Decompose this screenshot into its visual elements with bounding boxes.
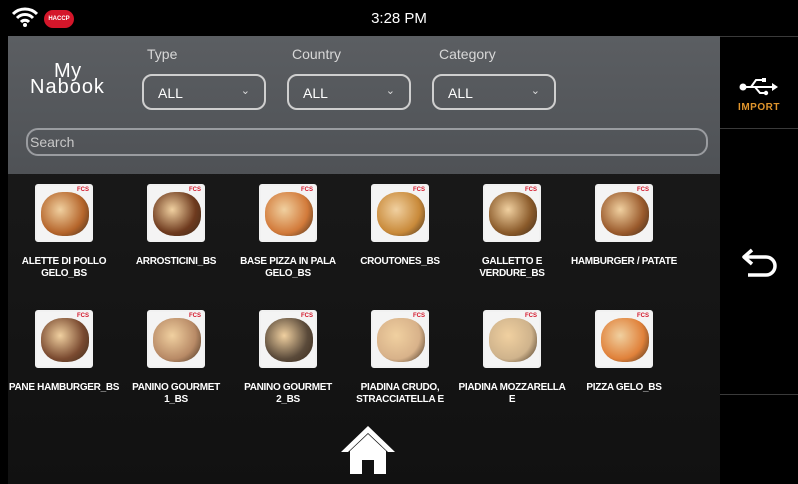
country-filter-label: Country — [292, 46, 342, 62]
fcs-badge: FCS — [301, 187, 313, 193]
recipe-thumbnail: FCS — [483, 184, 541, 242]
recipe-thumbnail: FCS — [595, 184, 653, 242]
recipe-name: ARROSTICINI_BS — [135, 256, 217, 267]
search-input[interactable]: Search — [26, 128, 708, 156]
back-arrow-icon[interactable] — [740, 242, 780, 282]
chevron-down-icon: ⌄ — [530, 85, 540, 97]
recipe-thumbnail: FCS — [147, 310, 205, 368]
import-button[interactable]: IMPORT — [720, 74, 798, 130]
recipe-name: PIADINA CRUDO, STRACCIATELLA E — [356, 382, 444, 405]
fcs-badge: FCS — [413, 313, 425, 319]
fcs-badge: FCS — [637, 313, 649, 319]
recipe-name: PIADINA MOZZARELLA E — [458, 382, 566, 405]
recipe-name: PANINO GOURMET 2_BS — [244, 382, 332, 405]
fcs-badge: FCS — [413, 187, 425, 193]
chevron-down-icon: ⌄ — [385, 85, 395, 97]
filter-header: My Nabook Type ALL ⌄ Country ALL ⌄ Categ… — [8, 36, 720, 174]
fcs-badge: FCS — [189, 313, 201, 319]
main-panel: My Nabook Type ALL ⌄ Country ALL ⌄ Categ… — [8, 36, 720, 484]
divider — [720, 394, 798, 395]
type-select[interactable]: ALL ⌄ — [142, 74, 266, 110]
food-image — [265, 192, 313, 236]
food-image — [265, 318, 313, 362]
mynabook-logo: My Nabook — [30, 60, 105, 98]
recipe-thumbnail: FCS — [35, 184, 93, 242]
recipe-name: HAMBURGER / PATATE — [570, 256, 678, 267]
category-filter-label: Category — [439, 46, 496, 62]
food-image — [377, 318, 425, 362]
fcs-badge: FCS — [637, 187, 649, 193]
food-image — [601, 192, 649, 236]
food-image — [489, 318, 537, 362]
usb-icon — [739, 78, 778, 96]
category-select[interactable]: ALL ⌄ — [432, 74, 556, 110]
home-icon[interactable] — [339, 424, 397, 476]
food-image — [153, 192, 201, 236]
divider — [720, 128, 798, 129]
recipe-name: PANE HAMBURGER_BS — [8, 382, 120, 393]
recipe-thumbnail: FCS — [595, 310, 653, 368]
food-image — [601, 318, 649, 362]
status-bar: HACCP 3:28 PM — [0, 0, 798, 36]
fcs-badge: FCS — [77, 313, 89, 319]
fcs-badge: FCS — [301, 313, 313, 319]
divider — [720, 36, 798, 37]
import-label: IMPORT — [738, 102, 780, 113]
recipe-name: ALETTE DI POLLO GELO_BS — [21, 256, 107, 279]
fcs-badge: FCS — [189, 187, 201, 193]
fcs-badge: FCS — [77, 187, 89, 193]
recipe-thumbnail: FCS — [147, 184, 205, 242]
right-sidebar: IMPORT — [720, 36, 798, 484]
recipe-name: PANINO GOURMET 1_BS — [132, 382, 220, 405]
recipe-name: CROUTONES_BS — [360, 256, 440, 267]
status-time: 3:28 PM — [371, 10, 427, 27]
food-image — [153, 318, 201, 362]
fcs-badge: FCS — [525, 313, 537, 319]
recipe-thumbnail: FCS — [259, 184, 317, 242]
recipe-thumbnail: FCS — [371, 184, 429, 242]
food-image — [489, 192, 537, 236]
fcs-badge: FCS — [525, 187, 537, 193]
country-select[interactable]: ALL ⌄ — [287, 74, 411, 110]
recipe-name: GALLETTO E VERDURE_BS — [479, 256, 545, 279]
food-image — [377, 192, 425, 236]
recipe-name: BASE PIZZA IN PALA GELO_BS — [240, 256, 336, 279]
recipe-thumbnail: FCS — [483, 310, 541, 368]
recipe-thumbnail: FCS — [35, 310, 93, 368]
recipe-thumbnail: FCS — [371, 310, 429, 368]
recipe-name: PIZZA GELO_BS — [586, 382, 662, 393]
food-image — [41, 192, 89, 236]
recipe-thumbnail: FCS — [259, 310, 317, 368]
chevron-down-icon: ⌄ — [240, 85, 250, 97]
food-image — [41, 318, 89, 362]
type-filter-label: Type — [147, 46, 178, 62]
